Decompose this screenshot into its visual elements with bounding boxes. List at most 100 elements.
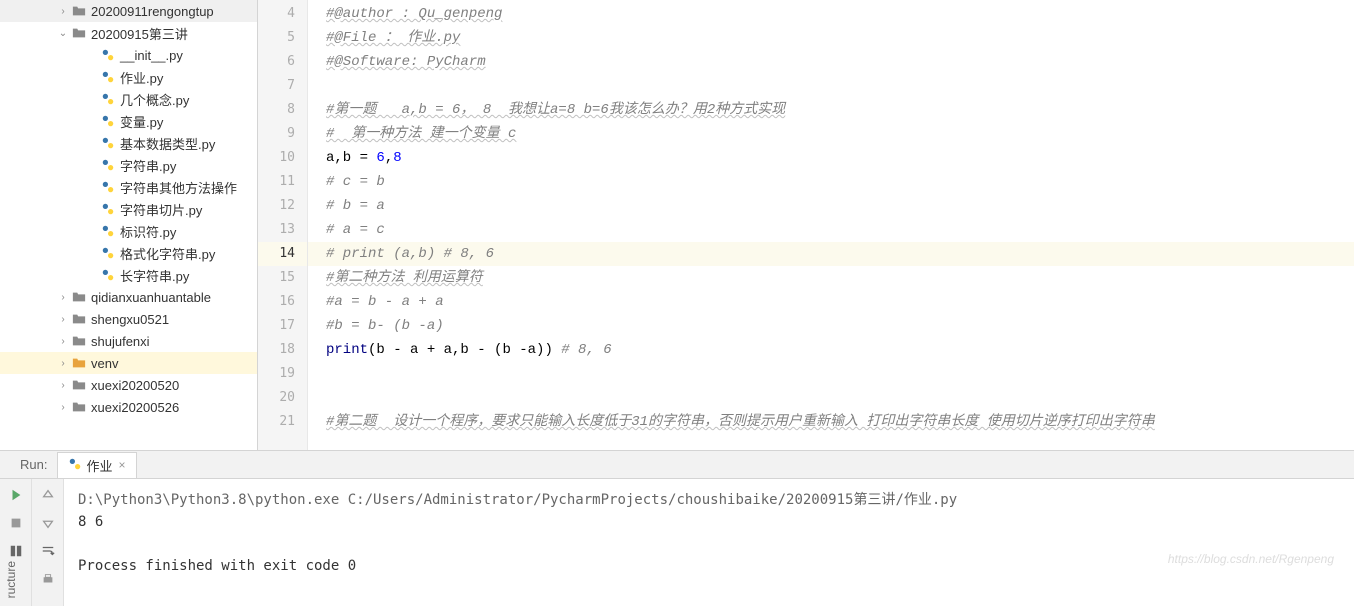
tree-file[interactable]: 长字符串.py — [0, 264, 257, 286]
line-number: 10 — [258, 146, 307, 170]
chevron-right-icon[interactable]: › — [55, 314, 71, 325]
code-line[interactable]: #@author : Qu_genpeng — [308, 2, 1354, 26]
run-tab[interactable]: 作业 × — [57, 452, 136, 478]
tree-folder[interactable]: ⌄20200915第三讲 — [0, 22, 257, 44]
tree-item-label: xuexi20200520 — [91, 378, 179, 393]
python-file-icon — [100, 91, 116, 107]
code-line[interactable]: print(b - a + a,b - (b -a)) # 8, 6 — [308, 338, 1354, 362]
line-number: 9 — [258, 122, 307, 146]
run-toolbar-right — [32, 479, 64, 606]
code-line[interactable]: #@Software: PyCharm — [308, 50, 1354, 74]
tree-file[interactable]: 作业.py — [0, 66, 257, 88]
code-line[interactable]: # b = a — [308, 194, 1354, 218]
output-line: 8 6 — [78, 511, 1340, 533]
code-line[interactable]: #第一题 a,b = 6， 8 我想让a=8 b=6我该怎么办？用2种方式实现 — [308, 98, 1354, 122]
tree-folder[interactable]: › qidianxuanhuantable — [0, 286, 257, 308]
chevron-right-icon[interactable]: › — [55, 336, 71, 347]
run-tab-label: 作业 — [86, 456, 112, 475]
tree-file[interactable]: 几个概念.py — [0, 88, 257, 110]
tree-item-label: qidianxuanhuantable — [91, 290, 211, 305]
tree-item-label: 20200911rengongtup — [91, 4, 214, 19]
line-number: 16 — [258, 290, 307, 314]
editor-gutter: 456789101112131415161718192021 — [258, 0, 308, 450]
code-line[interactable]: # print (a,b) # 8, 6 — [308, 242, 1354, 266]
wrap-icon[interactable] — [38, 541, 58, 561]
code-line[interactable]: #第二题 设计一个程序，要求只能输入长度低于31的字符串，否则提示用户重新输入 … — [308, 410, 1354, 434]
tree-file[interactable]: __init__.py — [0, 44, 257, 66]
chevron-right-icon[interactable]: › — [55, 358, 71, 369]
code-line[interactable] — [308, 362, 1354, 386]
code-line[interactable]: #第二种方法 利用运算符 — [308, 266, 1354, 290]
code-line[interactable] — [308, 74, 1354, 98]
line-number: 7 — [258, 74, 307, 98]
close-icon[interactable]: × — [118, 458, 125, 472]
tree-file[interactable]: 基本数据类型.py — [0, 132, 257, 154]
tree-item-label: 格式化字符串.py — [120, 244, 215, 263]
structure-tab[interactable]: ructure — [4, 561, 18, 598]
chevron-down-icon[interactable]: ⌄ — [55, 28, 71, 39]
tree-file[interactable]: 格式化字符串.py — [0, 242, 257, 264]
run-output[interactable]: D:\Python3\Python3.8\python.exe C:/Users… — [64, 479, 1354, 606]
tree-folder[interactable]: › xuexi20200520 — [0, 374, 257, 396]
line-number: 15 — [258, 266, 307, 290]
code-editor[interactable]: 456789101112131415161718192021 #@author … — [258, 0, 1354, 450]
editor-code[interactable]: #@author : Qu_genpeng#@File ： 作业.py#@Sof… — [308, 0, 1354, 450]
code-line[interactable]: #a = b - a + a — [308, 290, 1354, 314]
folder-icon — [71, 289, 87, 305]
line-number: 21 — [258, 410, 307, 434]
tree-folder[interactable]: › venv — [0, 352, 257, 374]
line-number: 14 — [258, 242, 307, 266]
tree-folder[interactable]: › 20200911rengongtup — [0, 0, 257, 22]
layout-button[interactable] — [6, 541, 26, 561]
chevron-right-icon[interactable]: › — [55, 402, 71, 413]
folder-icon — [71, 333, 87, 349]
tree-item-label: 变量.py — [120, 112, 163, 131]
code-line[interactable]: # c = b — [308, 170, 1354, 194]
tree-item-label: venv — [91, 356, 118, 371]
chevron-right-icon[interactable]: › — [55, 6, 71, 17]
rerun-button[interactable] — [6, 485, 26, 505]
python-file-icon — [100, 179, 116, 195]
tree-item-label: shengxu0521 — [91, 312, 169, 327]
tree-item-label: 标识符.py — [120, 222, 176, 241]
tree-folder[interactable]: › shengxu0521 — [0, 308, 257, 330]
run-panel: Run: 作业 × — [0, 450, 1354, 606]
code-line[interactable]: # a = c — [308, 218, 1354, 242]
chevron-right-icon[interactable]: › — [55, 292, 71, 303]
tree-file[interactable]: 字符串切片.py — [0, 198, 257, 220]
project-tree[interactable]: › 20200911rengongtup ⌄20200915第三讲__init__.… — [0, 0, 258, 450]
code-line[interactable]: #@File ： 作业.py — [308, 26, 1354, 50]
code-line[interactable]: # 第一种方法 建一个变量 c — [308, 122, 1354, 146]
tree-item-label: 字符串其他方法操作 — [120, 178, 237, 197]
code-line[interactable]: #b = b- (b -a) — [308, 314, 1354, 338]
chevron-right-icon[interactable]: › — [55, 380, 71, 391]
code-line[interactable] — [308, 386, 1354, 410]
tree-item-label: 基本数据类型.py — [120, 134, 215, 153]
tree-folder[interactable]: ›xuexi20200526 — [0, 396, 257, 418]
tree-item-label: 长字符串.py — [120, 266, 189, 285]
python-file-icon — [100, 245, 116, 261]
tree-file[interactable]: 字符串.py — [0, 154, 257, 176]
tree-file[interactable]: 字符串其他方法操作 — [0, 176, 257, 198]
tree-file[interactable]: 变量.py — [0, 110, 257, 132]
down-arrow-icon[interactable] — [38, 513, 58, 533]
tree-item-label: 几个概念.py — [120, 90, 189, 109]
tree-file[interactable]: 标识符.py — [0, 220, 257, 242]
output-line — [78, 533, 1340, 555]
line-number: 12 — [258, 194, 307, 218]
up-arrow-icon[interactable] — [38, 485, 58, 505]
code-line[interactable]: a,b = 6,8 — [308, 146, 1354, 170]
folder-icon — [71, 3, 87, 19]
watermark: https://blog.csdn.net/Rgenpeng — [1168, 552, 1334, 566]
line-number: 4 — [258, 2, 307, 26]
line-number: 17 — [258, 314, 307, 338]
python-file-icon — [100, 135, 116, 151]
tree-item-label: shujufenxi — [91, 334, 150, 349]
stop-button[interactable] — [6, 513, 26, 533]
folder-icon — [71, 355, 87, 371]
print-icon[interactable] — [38, 569, 58, 589]
tree-folder[interactable]: › shujufenxi — [0, 330, 257, 352]
line-number: 11 — [258, 170, 307, 194]
folder-icon — [71, 25, 87, 41]
python-file-icon — [100, 47, 116, 63]
